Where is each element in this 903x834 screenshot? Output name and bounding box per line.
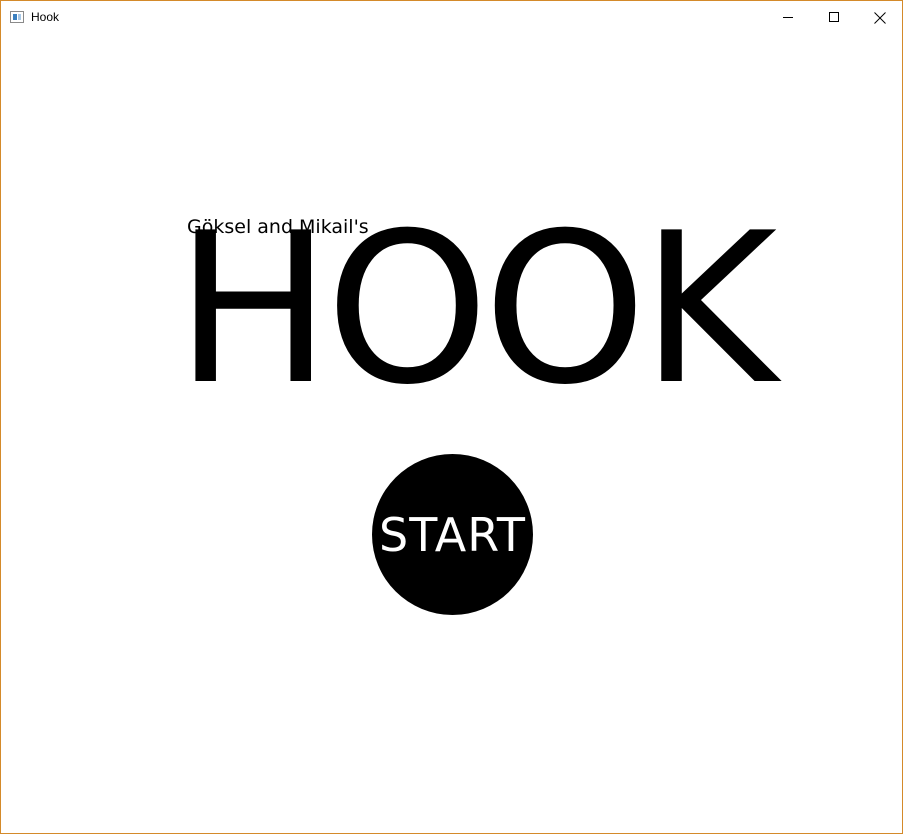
minimize-icon	[783, 17, 793, 18]
maximize-icon	[829, 12, 839, 22]
start-button[interactable]: START	[372, 454, 533, 615]
app-icon	[10, 11, 24, 23]
close-icon	[874, 12, 886, 24]
start-button-label: START	[379, 507, 526, 562]
app-icon-pane	[13, 14, 17, 20]
main-menu: HOOK Göksel and Mikail's START	[1, 34, 902, 833]
maximize-button[interactable]	[811, 1, 857, 34]
app-window: Hook HOOK Göksel and Mikail's START	[0, 0, 903, 834]
game-subtitle: Göksel and Mikail's	[187, 216, 369, 238]
title-bar[interactable]: Hook	[1, 1, 902, 34]
app-icon-pane-secondary	[18, 14, 21, 20]
close-button[interactable]	[857, 1, 902, 34]
minimize-button[interactable]	[765, 1, 811, 34]
window-title: Hook	[31, 10, 60, 24]
